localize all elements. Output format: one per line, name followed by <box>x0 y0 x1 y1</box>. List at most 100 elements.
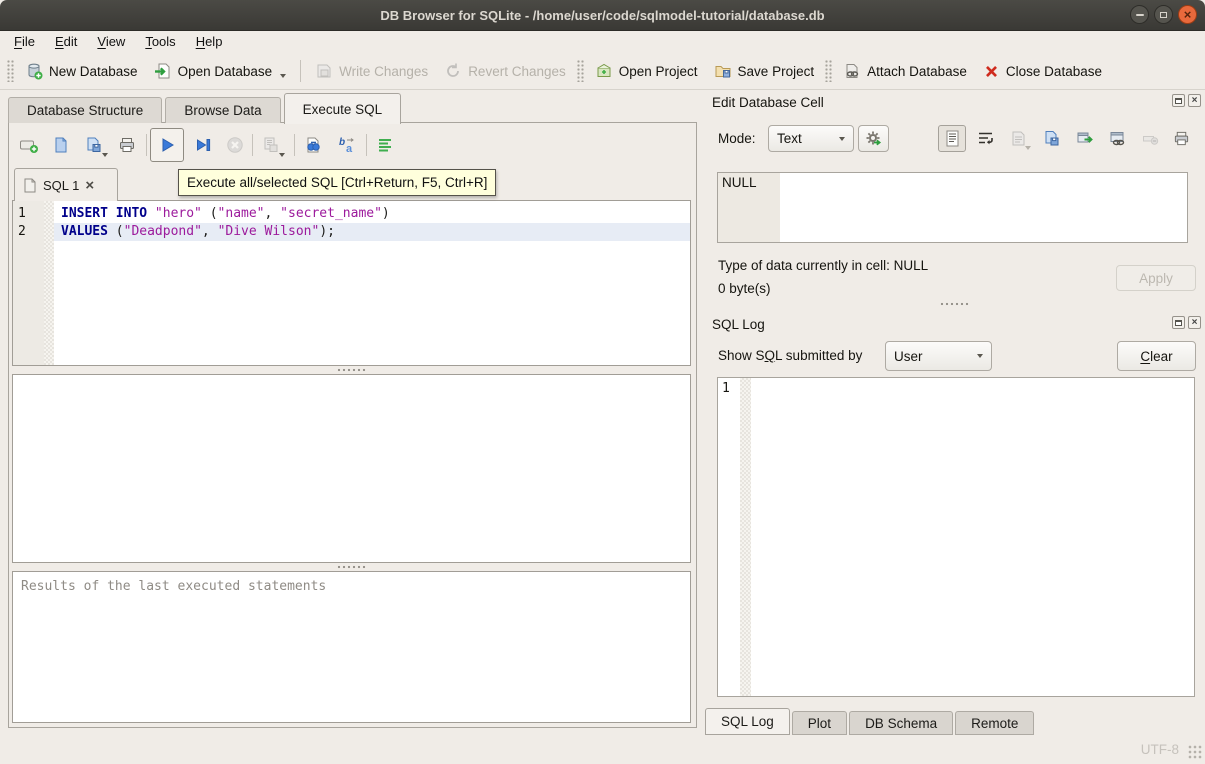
sql-document-tab[interactable]: SQL 1 × <box>14 168 118 201</box>
save-project-button[interactable]: Save Project <box>706 58 823 84</box>
print-sql-button[interactable] <box>114 132 140 158</box>
execute-all-icon <box>158 136 176 154</box>
revert-changes-button[interactable]: Revert Changes <box>436 58 574 84</box>
sql-toolbar-separator <box>294 134 295 156</box>
sql-editor-code[interactable]: INSERT INTO "hero" ("name", "secret_name… <box>54 201 690 365</box>
open-url-button[interactable] <box>1103 125 1131 152</box>
right-dock-area: Edit Database Cell × Mode: Text NUL <box>704 90 1205 735</box>
menu-view[interactable]: View <box>87 31 135 52</box>
find-replace-button[interactable]: ba <box>334 132 360 158</box>
close-button[interactable]: × <box>1178 5 1197 24</box>
open-sql-file-icon <box>52 136 70 154</box>
sql-toolbar-separator <box>366 134 367 156</box>
close-dock-button[interactable]: × <box>1188 316 1201 329</box>
open-project-button[interactable]: Open Project <box>587 58 706 84</box>
splitter-handle-icon <box>940 302 970 306</box>
cell-value-editor[interactable]: NULL <box>717 172 1188 243</box>
execute-all-button[interactable] <box>150 128 184 162</box>
sql-document-icon <box>23 178 37 193</box>
title-bar[interactable]: DB Browser for SQLite - /home/user/code/… <box>0 0 1205 31</box>
menu-bar: File Edit View Tools Help <box>0 30 1205 53</box>
tab-db-schema[interactable]: DB Schema <box>849 711 953 735</box>
close-database-button[interactable]: Close Database <box>975 59 1110 84</box>
set-null-icon <box>1142 130 1159 147</box>
word-wrap-button[interactable] <box>971 125 999 152</box>
cell-type-info: Type of data currently in cell: NULL <box>718 258 928 273</box>
write-changes-button[interactable]: Write Changes <box>307 58 436 84</box>
splitter-handle-icon <box>337 368 367 372</box>
print-cell-button[interactable] <box>1167 125 1195 152</box>
editor-results-splitter[interactable] <box>12 367 691 373</box>
execute-line-button[interactable] <box>190 132 216 158</box>
log-filter-select[interactable]: User <box>885 341 992 371</box>
stop-execution-button[interactable] <box>222 132 248 158</box>
tab-remote[interactable]: Remote <box>955 711 1034 735</box>
export-data-button[interactable] <box>1037 125 1065 152</box>
toolbar-grip[interactable] <box>577 60 584 82</box>
set-null-button[interactable] <box>1136 125 1164 152</box>
save-sql-dropdown-icon[interactable] <box>102 153 108 157</box>
dock-close-icon: × <box>1192 318 1198 328</box>
import-icon <box>1010 130 1027 147</box>
window-title: DB Browser for SQLite - /home/user/code/… <box>380 8 824 23</box>
tab-database-structure[interactable]: Database Structure <box>8 97 162 123</box>
main-tab-bar: Database Structure Browse Data Execute S… <box>8 92 401 123</box>
new-database-button[interactable]: New Database <box>17 58 146 84</box>
toolbar-grip[interactable] <box>7 60 14 82</box>
results-grid-pane[interactable] <box>12 374 691 563</box>
save-results-button[interactable] <box>258 132 284 158</box>
execute-tooltip: Execute all/selected SQL [Ctrl+Return, F… <box>178 169 496 196</box>
print-icon <box>118 136 136 154</box>
new-sql-tab-button[interactable] <box>16 132 42 158</box>
minimize-button[interactable] <box>1130 5 1149 24</box>
splitter-handle-icon <box>337 565 367 569</box>
app-window: { "window": { "title": "DB Browser for S… <box>0 0 1205 764</box>
tab-browse-data[interactable]: Browse Data <box>165 97 280 123</box>
float-dock-button[interactable] <box>1172 316 1185 329</box>
tab-execute-sql[interactable]: Execute SQL <box>284 93 402 124</box>
clear-log-button[interactable]: Clear <box>1117 341 1196 371</box>
menu-tools[interactable]: Tools <box>135 31 185 52</box>
window-controls: × <box>1130 5 1197 24</box>
close-tab-icon[interactable]: × <box>85 178 94 193</box>
attach-database-button[interactable]: Attach Database <box>835 58 975 84</box>
dock-tab-bar: SQL Log Plot DB Schema Remote <box>705 708 1034 735</box>
float-icon <box>1175 320 1182 326</box>
dock-close-icon: × <box>1192 96 1198 106</box>
grid-message-splitter[interactable] <box>12 564 691 570</box>
save-results-dropdown-icon[interactable] <box>279 153 285 157</box>
open-database-dropdown-icon[interactable] <box>280 74 286 78</box>
float-dock-button[interactable] <box>1172 94 1185 107</box>
dock-splitter[interactable] <box>704 301 1205 307</box>
text-mode-button[interactable] <box>938 125 966 152</box>
open-sql-file-button[interactable] <box>48 132 74 158</box>
close-dock-button[interactable]: × <box>1188 94 1201 107</box>
tab-plot[interactable]: Plot <box>792 711 847 735</box>
format-sql-button[interactable] <box>372 132 398 158</box>
maximize-button[interactable] <box>1154 5 1173 24</box>
text-document-icon <box>945 130 960 147</box>
revert-changes-icon <box>444 62 462 80</box>
apply-button[interactable]: Apply <box>1116 265 1196 291</box>
encoding-indicator[interactable]: UTF-8 <box>1141 742 1179 757</box>
import-data-button[interactable] <box>1004 125 1032 152</box>
find-button[interactable] <box>300 132 326 158</box>
sql-editor[interactable]: 12 INSERT INTO "hero" ("name", "secret_n… <box>12 200 691 366</box>
tab-sql-log[interactable]: SQL Log <box>705 708 790 735</box>
maximize-icon <box>1160 12 1167 18</box>
menu-edit[interactable]: Edit <box>45 31 87 52</box>
save-sql-file-icon <box>85 136 103 154</box>
save-sql-file-button[interactable] <box>81 132 107 158</box>
open-external-button[interactable] <box>1070 125 1098 152</box>
results-message-pane[interactable]: Results of the last executed statements <box>12 571 691 723</box>
sql-log-view[interactable]: 1 <box>717 377 1195 697</box>
link-icon <box>1109 130 1126 147</box>
toolbar-grip[interactable] <box>825 60 832 82</box>
resize-grip-icon[interactable] <box>1188 745 1202 759</box>
open-database-button[interactable]: Open Database <box>146 58 295 84</box>
auto-switch-mode-button[interactable] <box>858 125 889 152</box>
menu-help[interactable]: Help <box>186 31 233 52</box>
sql-tab-label: SQL 1 <box>43 178 79 193</box>
menu-file[interactable]: File <box>4 31 45 52</box>
mode-select[interactable]: Text <box>768 125 854 152</box>
